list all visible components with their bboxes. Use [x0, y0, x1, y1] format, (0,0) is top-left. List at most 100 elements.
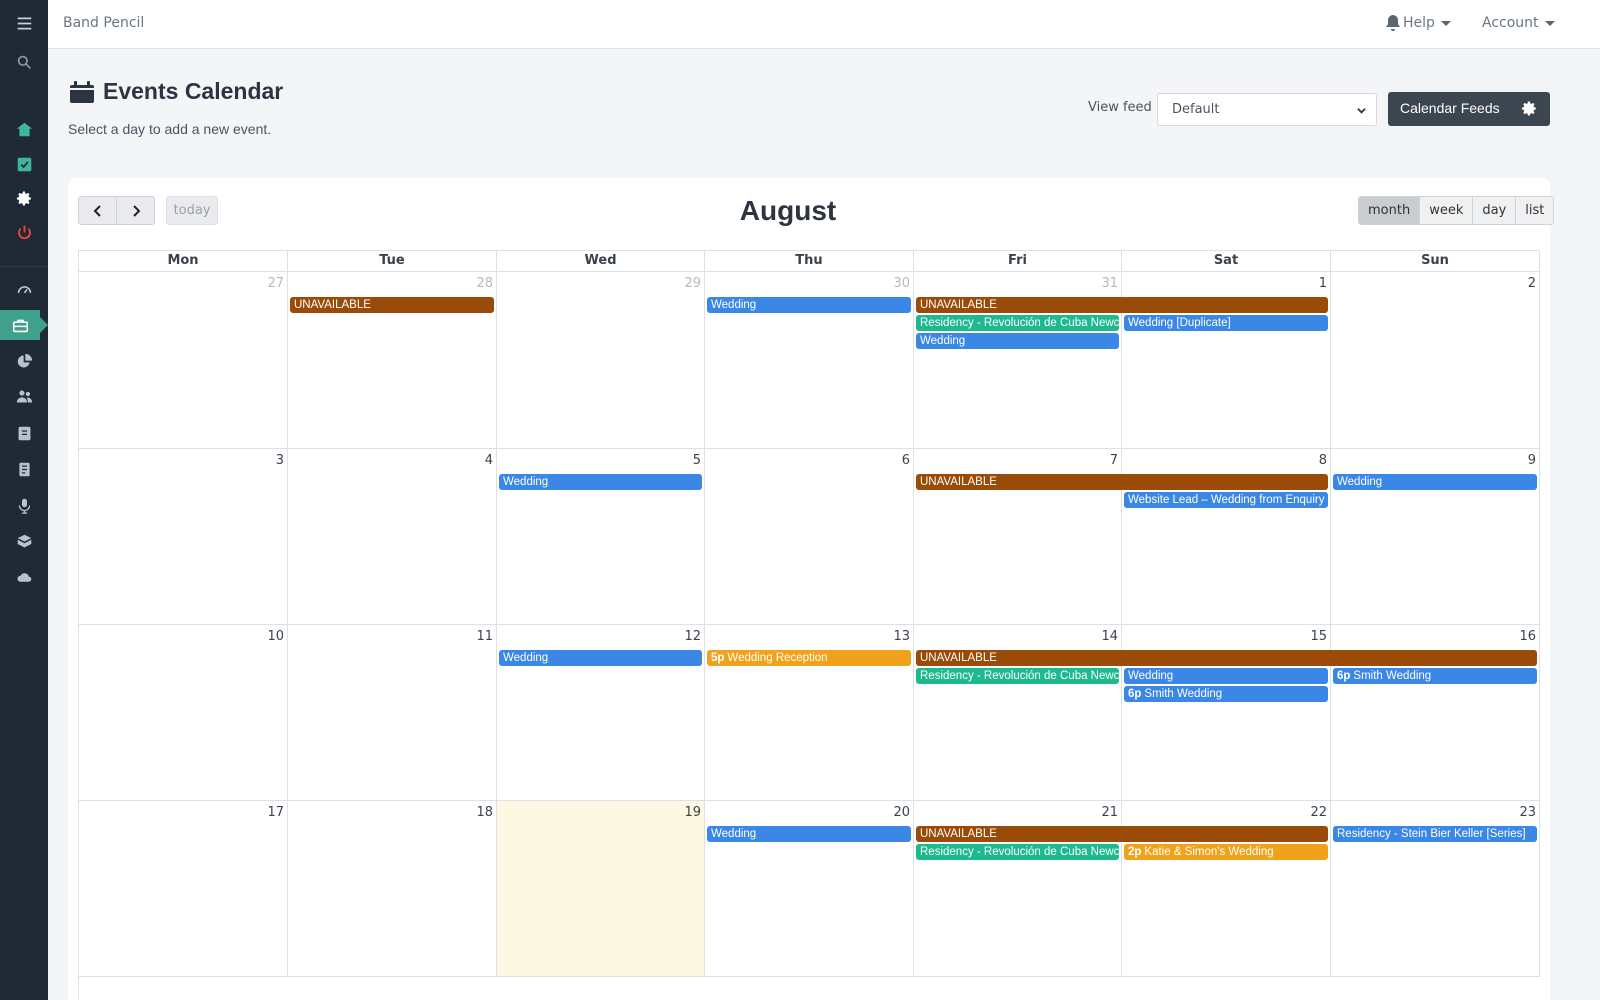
day-cell[interactable]: 11 [288, 625, 497, 801]
event-wedding[interactable]: Wedding [499, 650, 702, 666]
day-cell[interactable]: 4 [288, 449, 497, 625]
event-residency[interactable]: Residency - Revolución de Cuba Newc [916, 844, 1119, 860]
day-number: 19 [684, 805, 701, 820]
day-number: 13 [893, 629, 910, 644]
event-wedding-reception[interactable]: 5p Wedding Reception [707, 650, 911, 666]
view-list-button[interactable]: list [1515, 197, 1554, 224]
event-unavailable[interactable]: UNAVAILABLE [916, 297, 1328, 313]
users-icon[interactable] [0, 381, 48, 411]
day-number: 12 [684, 629, 701, 644]
day-number: 1 [1318, 276, 1327, 291]
event-residency[interactable]: Residency - Revolución de Cuba Newc [916, 668, 1119, 684]
pie-chart-icon[interactable] [0, 346, 48, 376]
event-unavailable[interactable]: UNAVAILABLE [916, 650, 1537, 666]
weekday-header: Mon [79, 251, 288, 272]
menu-icon[interactable] [0, 8, 48, 38]
weekday-header: Thu [705, 251, 914, 272]
day-number: 15 [1310, 629, 1327, 644]
event-wedding[interactable]: Wedding [916, 333, 1119, 349]
day-number: 30 [893, 276, 910, 291]
day-number: 28 [476, 276, 493, 291]
top-bar: Band Pencil Help Account [48, 0, 1600, 49]
event-time: 5p [711, 652, 725, 664]
event-title: Smith Wedding [1353, 670, 1432, 682]
day-number: 22 [1310, 805, 1327, 820]
day-cell[interactable]: 17 [79, 801, 288, 977]
day-cell[interactable]: 2 [1331, 272, 1540, 449]
power-icon[interactable] [0, 217, 48, 247]
view-day-button[interactable]: day [1472, 197, 1516, 224]
help-menu[interactable]: Help [1403, 15, 1451, 31]
view-week-button[interactable]: week [1419, 197, 1473, 224]
event-residency[interactable]: Residency - Stein Bier Keller [Series] [1333, 826, 1537, 842]
day-number: 10 [267, 629, 284, 644]
event-wedding[interactable]: Wedding [499, 474, 702, 490]
weekday-header: Sat [1122, 251, 1331, 272]
brand-name[interactable]: Band Pencil [63, 15, 144, 31]
day-number: 8 [1318, 453, 1327, 468]
day-number: 29 [684, 276, 701, 291]
day-number: 6 [901, 453, 910, 468]
home-icon[interactable] [0, 114, 48, 144]
day-cell-today[interactable]: 19 [497, 801, 705, 977]
event-unavailable[interactable]: UNAVAILABLE [916, 474, 1328, 490]
contacts-icon[interactable] [0, 418, 48, 448]
day-number: 16 [1519, 629, 1536, 644]
view-feed-select[interactable]: Default [1157, 93, 1377, 126]
page-subtitle: Select a day to add a new event. [68, 121, 272, 137]
microphone-icon[interactable] [0, 490, 48, 520]
event-time: 6p [1128, 688, 1142, 700]
sidebar-item-events[interactable] [0, 310, 48, 340]
gear-icon[interactable] [1521, 100, 1538, 117]
day-number: 14 [1101, 629, 1118, 644]
event-title: Smith Wedding [1144, 688, 1223, 700]
checkbox-icon[interactable] [0, 149, 48, 179]
event-wedding-duplicate[interactable]: Wedding [Duplicate] [1124, 315, 1328, 331]
day-number: 2 [1527, 276, 1536, 291]
day-cell[interactable]: 18 [288, 801, 497, 977]
cloud-icon[interactable] [0, 562, 48, 592]
calendar-icon [69, 80, 95, 104]
day-number: 9 [1527, 453, 1536, 468]
event-smith-wedding[interactable]: 6p Smith Wedding [1333, 668, 1537, 684]
chevron-down-icon [1544, 20, 1555, 26]
day-number: 20 [893, 805, 910, 820]
day-number: 3 [275, 453, 284, 468]
event-katie-simon-wedding[interactable]: 2p Katie & Simon's Wedding [1124, 844, 1328, 860]
bell-icon[interactable] [1383, 13, 1403, 33]
event-unavailable[interactable]: UNAVAILABLE [916, 826, 1328, 842]
day-cell[interactable]: 6 [705, 449, 914, 625]
day-cell[interactable]: 3 [79, 449, 288, 625]
event-unavailable[interactable]: UNAVAILABLE [290, 297, 494, 313]
gear-icon[interactable] [0, 183, 48, 213]
weekday-header: Wed [497, 251, 705, 272]
help-label: Help [1403, 15, 1435, 31]
event-wedding[interactable]: Wedding [1333, 474, 1537, 490]
day-number: 27 [267, 276, 284, 291]
event-wedding[interactable]: Wedding [1124, 668, 1328, 684]
view-month-button[interactable]: month [1359, 197, 1420, 224]
event-wedding[interactable]: Wedding [707, 297, 911, 313]
prev-month-button[interactable] [78, 196, 117, 225]
search-icon[interactable] [0, 47, 48, 77]
next-month-button[interactable] [116, 196, 155, 225]
account-menu[interactable]: Account [1482, 15, 1555, 31]
calendar-feeds-button[interactable]: Calendar Feeds [1388, 92, 1550, 126]
box-icon[interactable] [0, 526, 48, 556]
event-smith-wedding[interactable]: 6p Smith Wedding [1124, 686, 1328, 702]
day-number: 11 [476, 629, 493, 644]
weekday-header: Tue [288, 251, 497, 272]
day-cell[interactable]: 27 [79, 272, 288, 449]
event-residency[interactable]: Residency - Revolución de Cuba Newc [916, 315, 1119, 331]
day-number: 7 [1109, 453, 1118, 468]
dashboard-icon[interactable] [0, 274, 48, 304]
page-title: Events Calendar [103, 78, 284, 104]
chevron-right-icon [132, 204, 140, 217]
today-button[interactable]: today [166, 196, 218, 225]
invoice-icon[interactable] [0, 454, 48, 484]
day-number: 31 [1101, 276, 1118, 291]
day-cell[interactable]: 10 [79, 625, 288, 801]
event-website-lead[interactable]: Website Lead – Wedding from Enquiry [1124, 492, 1328, 508]
event-wedding[interactable]: Wedding [707, 826, 911, 842]
day-cell[interactable]: 29 [497, 272, 705, 449]
